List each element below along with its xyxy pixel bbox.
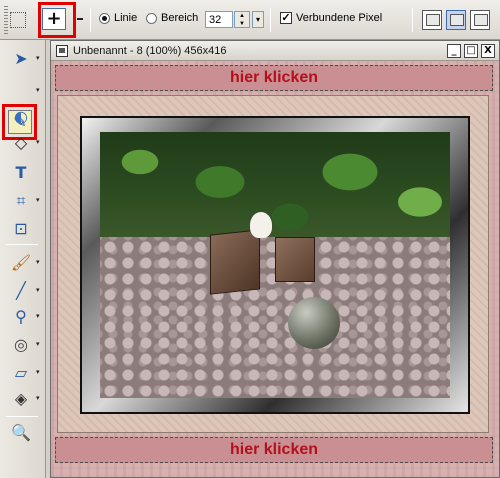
minimize-button[interactable]: _ — [447, 44, 461, 58]
eraser-icon[interactable]: ▱ — [10, 362, 32, 384]
options-toolbar: + Linie Bereich ▲▼ ▾ ✓ Verbundene Pixel — [0, 0, 500, 40]
toolbar-separator — [270, 8, 271, 32]
close-button[interactable]: X — [481, 44, 495, 58]
pointer-icon[interactable]: ➤ — [10, 48, 32, 70]
tolerance-spinner[interactable]: ▲ ▼ — [234, 11, 250, 28]
shapes-icon[interactable]: ◇ — [10, 132, 32, 154]
toolbar-separator — [412, 8, 413, 32]
tolerance-input[interactable] — [205, 11, 233, 28]
clone-stamp-icon[interactable]: ⚲ — [10, 306, 32, 328]
chevron-down-icon[interactable]: ▾ — [36, 286, 40, 294]
radio-area-label: Bereich — [161, 12, 199, 24]
toolbar-grip[interactable] — [4, 6, 8, 34]
garden-photo — [100, 132, 450, 398]
fill-icon[interactable]: ◈ — [10, 388, 32, 410]
foliage-area — [100, 132, 450, 247]
sample-image-icon[interactable] — [446, 10, 466, 30]
document-title: Unbenannt - 8 (100%) 456x416 — [73, 45, 227, 57]
chevron-down-icon[interactable]: ▾ — [36, 312, 40, 320]
document-title-bar[interactable]: Unbenannt - 8 (100%) 456x416 _ □ X — [51, 41, 499, 61]
radio-area[interactable] — [146, 13, 157, 24]
chevron-down-icon[interactable]: ▾ — [36, 258, 40, 266]
text-icon[interactable]: T — [10, 162, 32, 184]
picture-frame — [80, 116, 470, 414]
chevron-down-icon[interactable]: ▾ — [36, 138, 40, 146]
selection-replace-icon[interactable] — [10, 12, 26, 28]
picture-mat[interactable] — [57, 95, 489, 433]
image-canvas[interactable]: hier klicken hier klicken — [51, 61, 499, 477]
crop-icon[interactable]: ⌗ — [10, 190, 32, 212]
shapes-icon[interactable]: ◐ — [10, 106, 32, 128]
sample-layer-icon[interactable] — [422, 10, 442, 30]
zoom-icon[interactable]: 🔍 — [10, 422, 32, 444]
chevron-down-icon[interactable]: ▾ — [36, 196, 40, 204]
radio-line-label: Linie — [114, 12, 138, 24]
chevron-down-icon[interactable]: ▾ — [36, 340, 40, 348]
chevron-down-icon[interactable]: ▾ — [36, 368, 40, 376]
chevron-down-icon[interactable]: ▾ — [36, 394, 40, 402]
palette-separator — [6, 416, 38, 417]
tolerance-dropdown-button[interactable]: ▾ — [252, 11, 264, 28]
document-icon — [56, 45, 68, 57]
sample-merged-icon[interactable] — [470, 10, 490, 30]
chevron-down-icon[interactable]: ▾ — [36, 86, 40, 94]
document-window: Unbenannt - 8 (100%) 456x416 _ □ X hier … — [50, 40, 500, 478]
chevron-down-icon[interactable]: ▾ — [36, 54, 40, 62]
add-to-selection-button[interactable]: + — [42, 8, 66, 30]
bottom-banner[interactable]: hier klicken — [55, 437, 493, 463]
toolbar-separator — [90, 8, 91, 32]
paint-brush-icon[interactable]: 🖌 — [10, 252, 32, 274]
white-figurine — [250, 212, 272, 238]
top-banner[interactable]: hier klicken — [55, 65, 493, 91]
dodge-icon[interactable]: ◎ — [10, 334, 32, 356]
radio-line[interactable] — [99, 13, 110, 24]
palette-separator — [6, 244, 38, 245]
stone-ball — [288, 297, 340, 349]
tool-palette: ➤ ▾ ✎ ▾ ◐ ◇ ▾ T ⌗ ▾ ⊡ 🖌 ▾ ╱ ▾ ⚲ ▾ ◎ ▾ ▱ … — [0, 40, 46, 478]
straighten-icon[interactable]: ⊡ — [10, 218, 32, 240]
stone-lantern — [210, 229, 260, 295]
brush-icon[interactable]: ╱ — [10, 280, 32, 302]
stone-block — [275, 237, 315, 282]
restore-button[interactable]: □ — [464, 44, 478, 58]
connected-pixels-label: Verbundene Pixel — [296, 12, 383, 24]
subtract-from-selection-icon[interactable] — [77, 18, 83, 20]
connected-pixels-checkbox[interactable]: ✓ — [280, 12, 292, 24]
